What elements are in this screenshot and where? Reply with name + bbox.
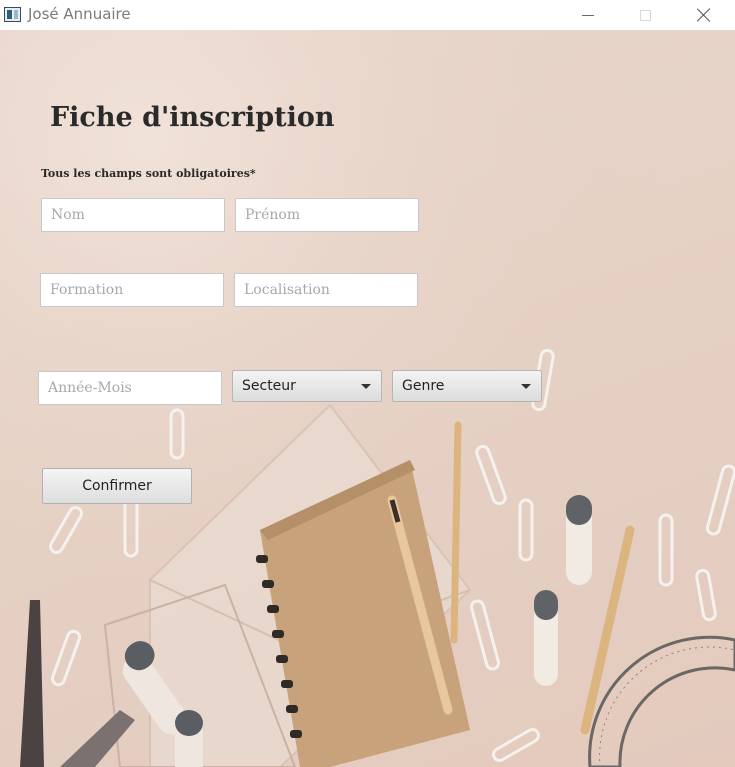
minimize-icon [582, 14, 594, 16]
secteur-select[interactable]: Secteur [232, 370, 382, 402]
maximize-button[interactable] [622, 0, 668, 30]
confirm-button-label: Confirmer [82, 478, 152, 494]
close-icon [697, 8, 711, 22]
minimize-button[interactable] [565, 0, 611, 30]
window-titlebar: José Annuaire [0, 0, 735, 30]
window-title: José Annuaire [28, 5, 131, 23]
genre-select[interactable]: Genre [392, 370, 542, 402]
nom-input[interactable] [41, 198, 225, 232]
confirm-button[interactable]: Confirmer [42, 468, 192, 504]
maximize-icon [639, 9, 651, 21]
annee-mois-input[interactable] [38, 371, 222, 405]
localisation-input[interactable] [234, 273, 418, 307]
prenom-input[interactable] [235, 198, 419, 232]
app-window-icon [4, 7, 21, 22]
secteur-select-value: Secteur [242, 378, 296, 394]
page-title: Fiche d'inscription [50, 102, 335, 133]
formation-input[interactable] [40, 273, 224, 307]
close-button[interactable] [681, 0, 727, 30]
genre-select-value: Genre [402, 378, 445, 394]
chevron-down-icon [361, 384, 371, 389]
chevron-down-icon [521, 384, 531, 389]
required-fields-note: Tous les champs sont obligatoires* [41, 167, 256, 180]
